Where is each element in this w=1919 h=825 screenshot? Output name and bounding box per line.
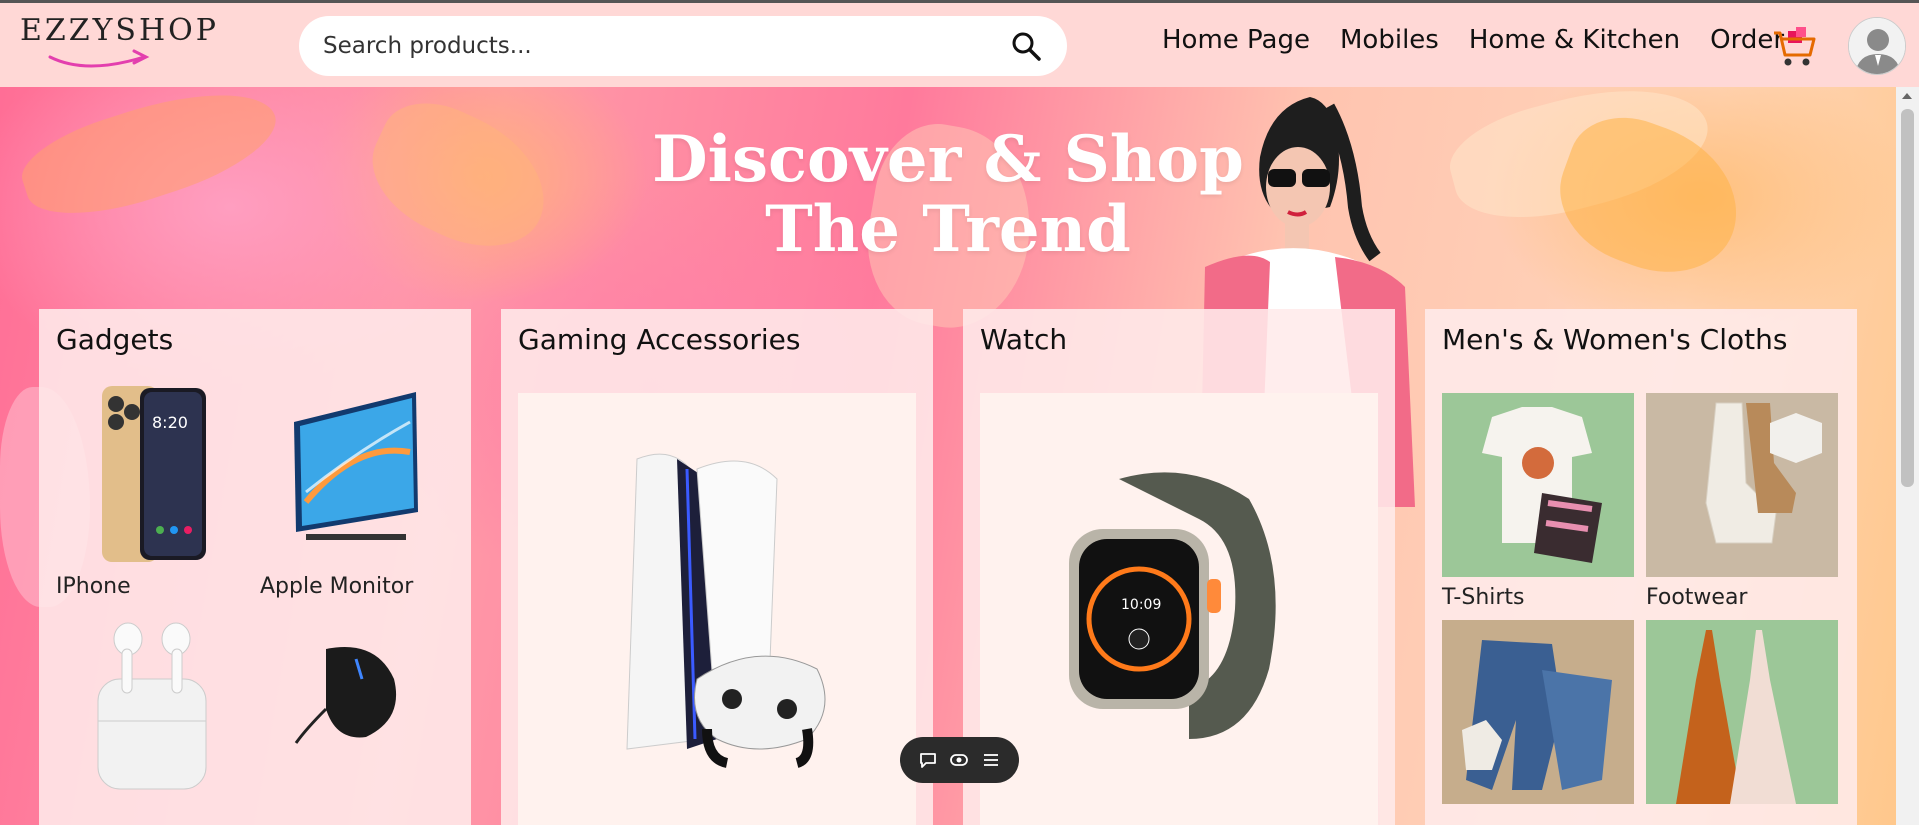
product-tile-tshirts[interactable]: T-Shirts <box>1442 393 1634 610</box>
card-gaming-accessories[interactable]: Gaming Accessories <box>501 309 933 825</box>
hero-title-line1: Discover & Shop <box>652 122 1244 197</box>
footwear-image <box>1646 393 1838 577</box>
card-gadgets[interactable]: Gadgets 8:20 IPhone Apple Monitor <box>39 309 471 825</box>
site-header: EZZYSHOP Home Page Mobiles Home & Kitche… <box>0 3 1919 87</box>
product-tile-apple-monitor[interactable]: Apple Monitor <box>260 382 452 599</box>
floating-toolbar <box>900 737 1019 783</box>
svg-text:8:20: 8:20 <box>152 413 188 432</box>
nav-home-page[interactable]: Home Page <box>1162 25 1310 55</box>
hero-title-line2: The Trend <box>765 192 1131 267</box>
gaming-mouse-image <box>260 609 452 793</box>
card-mens-womens-cloths[interactable]: Men's & Women's Cloths T-Shirts Footwear <box>1425 309 1857 825</box>
logo-arrow-icon <box>48 49 150 68</box>
cart-icon[interactable] <box>1772 25 1816 69</box>
product-label: Apple Monitor <box>260 574 414 599</box>
search-bar <box>299 16 1067 76</box>
product-tile-footwear[interactable]: Footwear <box>1646 393 1838 610</box>
jeans-image <box>1442 620 1634 804</box>
search-input[interactable] <box>323 33 1009 59</box>
eye-icon[interactable] <box>947 748 971 772</box>
product-tile-iphone[interactable]: 8:20 IPhone <box>56 382 248 599</box>
card-watch[interactable]: Watch 10:09 <box>963 309 1395 825</box>
scroll-up-arrow-icon[interactable] <box>1902 93 1912 99</box>
monitor-image <box>260 382 452 566</box>
logo-text: EZZYSHOP <box>20 13 219 48</box>
card-title: Gadgets <box>56 323 174 356</box>
tshirts-image <box>1442 393 1634 577</box>
ps5-image <box>518 393 916 825</box>
page-scrollbar[interactable] <box>1896 87 1919 825</box>
card-title: Men's & Women's Cloths <box>1442 323 1788 356</box>
search-icon[interactable] <box>1009 29 1043 63</box>
user-avatar-icon[interactable] <box>1848 17 1906 75</box>
product-tile-gaming-mouse[interactable] <box>260 609 452 801</box>
paint-stroke <box>12 87 288 235</box>
card-title: Gaming Accessories <box>518 323 801 356</box>
card-title: Watch <box>980 323 1068 356</box>
comment-icon[interactable] <box>916 748 940 772</box>
main-nav: Home Page Mobiles Home & Kitchen Order <box>1162 25 1784 55</box>
airpods-image <box>56 609 248 793</box>
product-label: Footwear <box>1646 585 1748 610</box>
product-tile-airpods[interactable] <box>56 609 248 801</box>
iphone-image: 8:20 <box>56 382 248 566</box>
product-tile-jeans[interactable] <box>1442 620 1634 812</box>
product-label: T-Shirts <box>1442 585 1525 610</box>
product-label: IPhone <box>56 574 131 599</box>
dresses-image <box>1646 620 1838 804</box>
site-logo[interactable]: EZZYSHOP <box>20 13 216 73</box>
menu-icon[interactable] <box>979 748 1003 772</box>
nav-mobiles[interactable]: Mobiles <box>1340 25 1439 55</box>
nav-home-kitchen[interactable]: Home & Kitchen <box>1469 25 1680 55</box>
apple-watch-image: 10:09 <box>980 393 1378 825</box>
hero-title: Discover & Shop The Trend <box>560 125 1336 265</box>
product-tile-dresses[interactable] <box>1646 620 1838 812</box>
scrollbar-thumb[interactable] <box>1901 109 1914 487</box>
paint-stroke <box>353 87 567 270</box>
svg-text:10:09: 10:09 <box>1121 597 1161 613</box>
